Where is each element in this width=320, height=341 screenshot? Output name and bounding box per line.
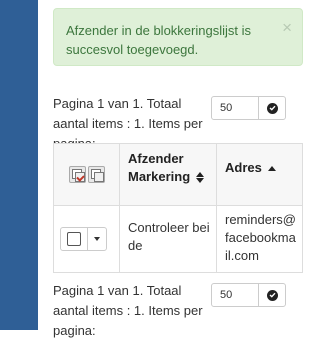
- column-header-markering-label: Afzender Markering: [128, 151, 191, 184]
- select-column-header: [53, 143, 120, 206]
- table-header-row: Afzender Markering Adres: [53, 143, 303, 206]
- table-row: Controleer bei de reminders@facebookmail…: [53, 205, 303, 273]
- column-header-markering[interactable]: Afzender Markering: [119, 143, 217, 206]
- success-alert: Afzender in de blokkeringslijst is succe…: [53, 8, 303, 66]
- column-header-adres[interactable]: Adres: [216, 143, 303, 206]
- pager-info: Pagina 1 van 1. Totaal aantal items : 1.…: [53, 283, 203, 338]
- check-circle-icon: [266, 102, 278, 114]
- alert-message: Afzender in de blokkeringslijst is succe…: [66, 23, 251, 57]
- items-per-page-input[interactable]: 50: [211, 283, 259, 307]
- items-per-page-input[interactable]: 50: [211, 96, 259, 120]
- pager-bottom: Pagina 1 van 1. Totaal aantal items : 1.…: [53, 280, 311, 338]
- check-circle-icon: [266, 289, 278, 301]
- row-checkbox[interactable]: [67, 232, 81, 246]
- caret-down-icon[interactable]: [94, 237, 100, 241]
- column-header-adres-label: Adres: [225, 160, 262, 175]
- apply-per-page-button[interactable]: [258, 96, 286, 120]
- sidebar: [0, 0, 38, 330]
- adres-cell: reminders@facebookmail.com: [216, 205, 303, 273]
- apply-per-page-button[interactable]: [258, 283, 286, 307]
- sort-both-icon: [195, 172, 204, 184]
- blocklist-table: Afzender Markering Adres Controleer bei …: [53, 143, 303, 273]
- pager-top: Pagina 1 van 1. Totaal aantal items : 1.…: [53, 93, 311, 151]
- sort-up-icon: [268, 166, 277, 172]
- row-select-cell: [53, 205, 120, 273]
- markering-cell: Controleer bei de: [119, 205, 217, 273]
- select-all-icon[interactable]: [68, 166, 86, 183]
- row-select-dropdown[interactable]: [60, 227, 107, 251]
- close-icon[interactable]: ×: [282, 19, 292, 36]
- select-none-icon[interactable]: [87, 166, 105, 183]
